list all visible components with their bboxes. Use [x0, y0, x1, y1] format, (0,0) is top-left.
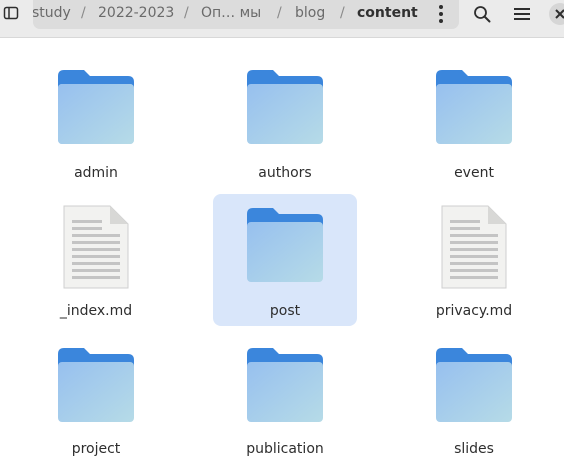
- file-item-project[interactable]: project: [24, 334, 168, 466]
- close-icon: [549, 3, 564, 25]
- search-icon: [474, 6, 491, 23]
- file-name: event: [454, 165, 494, 181]
- text-document-icon: [441, 205, 507, 289]
- breadcrumb-separator: /: [277, 5, 282, 21]
- file-item-authors[interactable]: authors: [213, 56, 357, 188]
- file-name: slides: [454, 441, 494, 457]
- file-item-privacy-md[interactable]: privacy.md: [402, 194, 546, 326]
- vertical-dots-icon: [439, 5, 443, 23]
- file-item-post[interactable]: post: [213, 194, 357, 326]
- file-name: admin: [74, 165, 118, 181]
- main-menu-button[interactable]: [510, 2, 534, 26]
- text-document-icon: [63, 205, 129, 289]
- file-item-index-md[interactable]: _index.md: [24, 194, 168, 326]
- file-name: authors: [258, 165, 312, 181]
- file-name: project: [71, 441, 121, 457]
- breadcrumb-item-study[interactable]: study: [33, 5, 71, 21]
- search-button[interactable]: [470, 2, 494, 26]
- folder-icon: [247, 70, 323, 144]
- file-item-event[interactable]: event: [402, 56, 546, 188]
- file-name: post: [269, 303, 301, 319]
- breadcrumb-separator: /: [340, 5, 345, 21]
- folder-icon: [436, 348, 512, 422]
- file-name: privacy.md: [435, 303, 513, 319]
- hamburger-menu-icon: [514, 8, 530, 20]
- folder-icon: [58, 348, 134, 422]
- breadcrumb-separator: /: [81, 5, 86, 21]
- file-name: _index.md: [59, 303, 133, 319]
- breadcrumb-separator: /: [184, 5, 189, 21]
- folder-icon: [247, 348, 323, 422]
- file-item-publication[interactable]: publication: [213, 334, 357, 466]
- breadcrumb-item-2022-2023[interactable]: 2022-2023: [98, 5, 174, 21]
- breadcrumb-item-current[interactable]: content: [357, 5, 418, 21]
- breadcrumb-item-blog[interactable]: blog: [295, 5, 325, 21]
- folder-icon: [247, 208, 323, 282]
- folder-icon: [58, 70, 134, 144]
- sidebar-toggle-button[interactable]: [0, 2, 22, 24]
- breadcrumb: study / 2022-2023 / Оп… мы / blog / cont…: [33, 0, 459, 29]
- file-item-admin[interactable]: admin: [24, 56, 168, 188]
- breadcrumb-item-truncated[interactable]: Оп… мы: [201, 5, 261, 21]
- sidebar-toggle-icon: [3, 6, 19, 20]
- header-bar: study / 2022-2023 / Оп… мы / blog / cont…: [0, 0, 564, 38]
- folder-icon: [436, 70, 512, 144]
- file-name: publication: [246, 441, 324, 457]
- path-menu-button[interactable]: [429, 3, 453, 25]
- file-item-slides[interactable]: slides: [402, 334, 546, 466]
- close-window-button[interactable]: [548, 2, 564, 26]
